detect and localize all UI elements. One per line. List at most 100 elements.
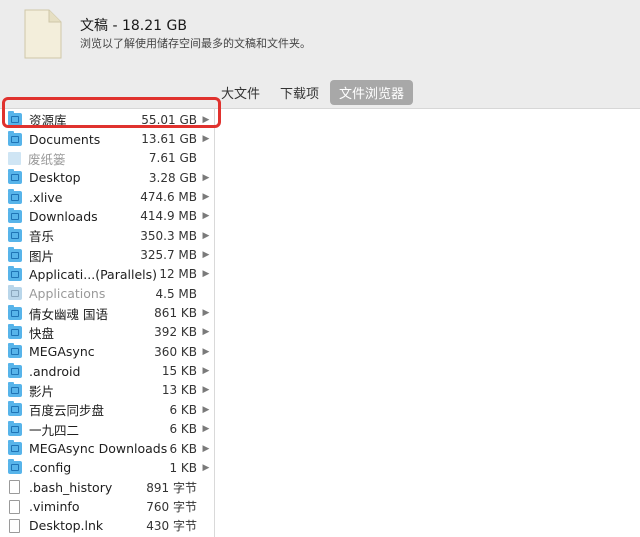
item-size: 55.01 GB (141, 112, 197, 127)
file-list: 资源库 55.01 GB ▶ Documents 13.61 GB ▶ 废纸篓 7.61 GB… (0, 110, 213, 537)
item-size: 891 字节 (146, 480, 197, 495)
list-item[interactable]: 图片 325.7 MB ▶ (0, 245, 213, 264)
expand-arrow-icon[interactable]: ▶ (199, 250, 213, 260)
list-item[interactable]: .viminfo 760 字节 (0, 497, 213, 516)
file-icon (9, 480, 20, 495)
item-size: 430 字节 (146, 519, 197, 534)
list-item[interactable]: Desktop 3.28 GB ▶ (0, 168, 213, 187)
list-item[interactable]: 废纸篓 7.61 GB (0, 149, 213, 168)
item-size: 13 KB (161, 383, 197, 398)
list-item[interactable]: 百度云同步盘 6 KB ▶ (0, 400, 213, 419)
item-name: 一九四二 (29, 422, 80, 438)
list-item[interactable]: 倩女幽魂 国语 861 KB ▶ (0, 303, 213, 322)
folder-icon (8, 343, 22, 359)
item-name: 影片 (29, 383, 55, 399)
folder-icon (8, 420, 22, 436)
item-size: 15 KB (161, 364, 197, 379)
item-name: 资源库 (29, 113, 67, 129)
item-size: 13.61 GB (141, 132, 197, 147)
folder-icon (8, 323, 22, 339)
expand-arrow-icon[interactable]: ▶ (199, 192, 213, 202)
item-name: 图片 (29, 248, 55, 264)
item-name: Applications (29, 286, 106, 302)
folder-icon (8, 265, 22, 281)
expand-arrow-icon[interactable]: ▶ (199, 405, 213, 415)
item-size: 861 KB (154, 306, 197, 321)
expand-arrow-icon[interactable]: ▶ (199, 115, 213, 125)
list-item[interactable]: 资源库 55.01 GB ▶ (0, 110, 213, 129)
item-name: MEGAsync (29, 344, 95, 360)
item-name: .android (29, 363, 81, 379)
list-item[interactable]: 一九四二 6 KB ▶ (0, 420, 213, 439)
folder-icon (8, 227, 22, 243)
folder-icon (8, 130, 22, 146)
item-size: 325.7 MB (140, 248, 197, 263)
expand-arrow-icon[interactable]: ▶ (199, 327, 213, 337)
item-size: 360 KB (154, 344, 197, 359)
item-size: 3.28 GB (148, 170, 197, 185)
expand-arrow-icon[interactable]: ▶ (199, 463, 213, 473)
expand-arrow-icon[interactable]: ▶ (199, 231, 213, 241)
item-size: 414.9 MB (140, 209, 197, 224)
list-item[interactable]: Applicati...(Parallels) 12 MB ▶ (0, 265, 213, 284)
item-name: 倩女幽魂 国语 (29, 306, 108, 322)
item-size: 12 MB (159, 267, 197, 282)
expand-arrow-icon[interactable]: ▶ (199, 385, 213, 395)
folder-icon (8, 207, 22, 223)
item-name: 音乐 (29, 229, 55, 245)
list-item[interactable]: .config 1 KB ▶ (0, 458, 213, 477)
list-item[interactable]: .xlive 474.6 MB ▶ (0, 187, 213, 206)
file-icon (9, 518, 20, 533)
item-name: Desktop (29, 170, 81, 186)
list-item[interactable]: Applications 4.5 MB (0, 284, 213, 303)
tab-file-browser[interactable]: 文件浏览器 (330, 79, 414, 105)
tab-downloads[interactable]: 下载项 (271, 80, 328, 105)
expand-arrow-icon[interactable]: ▶ (199, 444, 213, 454)
folder-icon (8, 188, 22, 204)
expand-arrow-icon[interactable]: ▶ (199, 308, 213, 318)
item-size: 392 KB (154, 325, 197, 340)
item-name: 快盘 (29, 325, 55, 341)
item-name: .xlive (29, 189, 63, 205)
list-item[interactable]: Downloads 414.9 MB ▶ (0, 207, 213, 226)
item-name: 废纸篓 (28, 151, 66, 167)
list-item[interactable]: Documents 13.61 GB ▶ (0, 129, 213, 148)
item-name: Desktop.lnk (29, 518, 104, 534)
item-size: 350.3 MB (140, 228, 197, 243)
folder-icon (8, 362, 22, 378)
list-item[interactable]: MEGAsync 360 KB ▶ (0, 342, 213, 361)
item-size: 1 KB (169, 460, 197, 475)
item-name: .config (29, 460, 72, 476)
document-icon (24, 9, 62, 59)
header-panel: 文稿 - 18.21 GB 浏览以了解使用储存空间最多的文稿和文件夹。 大文件 … (0, 0, 640, 109)
folder-icon (8, 285, 22, 301)
folder-icon (8, 304, 22, 320)
expand-arrow-icon[interactable]: ▶ (199, 347, 213, 357)
expand-arrow-icon[interactable]: ▶ (199, 269, 213, 279)
list-item[interactable]: .bash_history 891 字节 (0, 478, 213, 497)
expand-arrow-icon[interactable]: ▶ (199, 366, 213, 376)
folder-icon (8, 246, 22, 262)
list-item[interactable]: 快盘 392 KB ▶ (0, 323, 213, 342)
list-item[interactable]: Desktop.lnk 430 字节 (0, 516, 213, 535)
item-size: 6 KB (169, 402, 197, 417)
list-item[interactable]: MEGAsync Downloads 6 KB ▶ (0, 439, 213, 458)
expand-arrow-icon[interactable]: ▶ (199, 173, 213, 183)
list-item[interactable]: 音乐 350.3 MB ▶ (0, 226, 213, 245)
expand-arrow-icon[interactable]: ▶ (199, 211, 213, 221)
item-size: 7.61 GB (148, 151, 197, 166)
folder-icon (8, 169, 22, 185)
trash-icon (8, 151, 21, 165)
expand-arrow-icon[interactable]: ▶ (199, 134, 213, 144)
file-icon (9, 499, 20, 514)
folder-icon (8, 111, 22, 127)
list-item[interactable]: 影片 13 KB ▶ (0, 381, 213, 400)
page-title: 文稿 - 18.21 GB (80, 18, 187, 34)
item-name: MEGAsync Downloads (29, 441, 168, 457)
tab-large-files[interactable]: 大文件 (212, 80, 269, 105)
item-name: .bash_history (29, 479, 113, 495)
column-divider (214, 108, 215, 537)
list-item[interactable]: .android 15 KB ▶ (0, 361, 213, 380)
item-name: Downloads (29, 208, 98, 224)
expand-arrow-icon[interactable]: ▶ (199, 424, 213, 434)
